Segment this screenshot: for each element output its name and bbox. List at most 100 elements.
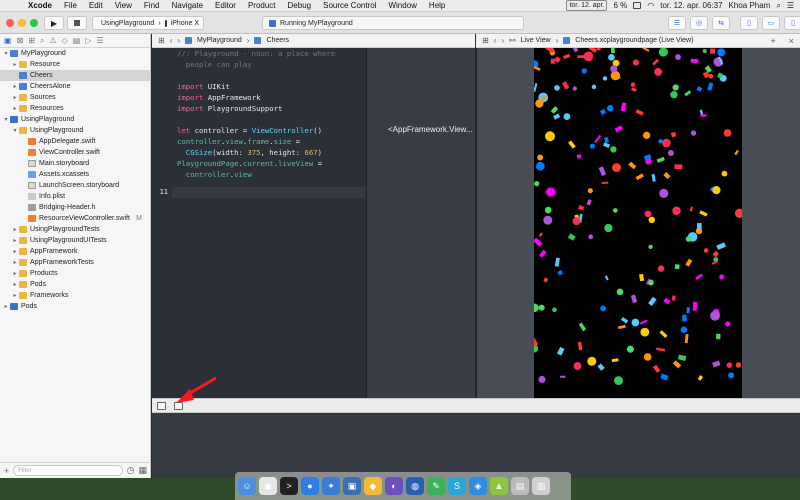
assistant-forward-arrow-icon[interactable]: › xyxy=(501,36,504,45)
battery-icon[interactable] xyxy=(633,2,642,9)
sketch-dock-icon[interactable]: ◆ xyxy=(364,477,382,495)
add-file-icon[interactable]: + xyxy=(4,466,9,476)
menu-editor[interactable]: Editor xyxy=(209,0,242,12)
user-name[interactable]: Khoa Pham xyxy=(729,1,771,10)
nav-item-main-storyboard[interactable]: Main.storyboard xyxy=(0,158,150,169)
scheme-selector[interactable]: UsingPlayground › iPhone X xyxy=(92,16,204,30)
app-store-dock-icon[interactable]: ◍ xyxy=(406,477,424,495)
disclosure-triangle-icon[interactable]: ▸ xyxy=(11,226,19,233)
assistant-editor-button[interactable]: ◎ xyxy=(690,16,708,30)
menu-edit[interactable]: Edit xyxy=(83,0,109,12)
version-editor-button[interactable]: ⇆ xyxy=(712,16,730,30)
nav-item-resources[interactable]: ▸ Resources xyxy=(0,103,150,114)
menu-view[interactable]: View xyxy=(109,0,138,12)
source-editor[interactable]: 11 //: Playground - noun: a place where … xyxy=(152,48,365,398)
assistant-related-items-icon[interactable]: ⊞ xyxy=(482,36,489,45)
menu-product[interactable]: Product xyxy=(242,0,282,12)
disclosure-triangle-icon[interactable]: ▸ xyxy=(11,105,19,112)
nav-item-appframework[interactable]: ▸ AppFramework xyxy=(0,246,150,257)
menu-window[interactable]: Window xyxy=(382,0,422,12)
zoom-window-button[interactable] xyxy=(30,19,38,27)
debug-navigator-tab-icon[interactable]: ▤ xyxy=(73,36,81,45)
menu-navigate[interactable]: Navigate xyxy=(165,0,209,12)
debug-area-toggle-button[interactable]: ▭ xyxy=(762,16,780,30)
nav-item-myplayground[interactable]: ▾ MyPlayground xyxy=(0,48,150,59)
nav-item-uitests[interactable]: ▸ UsingPlaygroundUITests xyxy=(0,235,150,246)
disclosure-triangle-icon[interactable]: ▸ xyxy=(11,259,19,266)
disclosure-triangle-icon[interactable]: ▸ xyxy=(11,248,19,255)
assistant-back-arrow-icon[interactable]: ‹ xyxy=(494,36,497,45)
wifi-icon[interactable]: ◠ xyxy=(647,1,654,10)
menu-help[interactable]: Help xyxy=(423,0,451,12)
nav-item-cheersalone[interactable]: ▸ CheersAlone xyxy=(0,81,150,92)
disclosure-triangle-icon[interactable]: ▸ xyxy=(11,61,19,68)
battery-level[interactable]: 6 % xyxy=(613,1,627,10)
xcode-dock-icon[interactable]: ✦ xyxy=(322,477,340,495)
source-control-tab-icon[interactable]: ⊠ xyxy=(17,36,24,45)
nav-item-pods-group[interactable]: ▸ Pods xyxy=(0,279,150,290)
spotlight-icon[interactable]: ⌕ xyxy=(776,1,780,11)
simulator-dock-icon[interactable]: ▣ xyxy=(343,477,361,495)
disclosure-triangle-icon[interactable]: ▸ xyxy=(11,270,19,277)
console-area[interactable] xyxy=(152,413,800,478)
disclosure-triangle-icon[interactable]: ▸ xyxy=(11,237,19,244)
disclosure-triangle-icon[interactable]: ▾ xyxy=(11,127,19,134)
nav-item-usingplayground-project[interactable]: ▾ UsingPlayground xyxy=(0,114,150,125)
chrome-dock-icon[interactable]: ◉ xyxy=(259,477,277,495)
assistant-file-name[interactable]: Cheers.xcplaygroundpage (Live View) xyxy=(575,37,693,44)
disclosure-triangle-icon[interactable]: ▸ xyxy=(11,292,19,299)
test-navigator-tab-icon[interactable]: ◇ xyxy=(62,36,68,45)
live-view[interactable] xyxy=(534,48,742,398)
related-items-icon[interactable]: ⊞ xyxy=(158,36,165,45)
issue-navigator-tab-icon[interactable]: ⚠ xyxy=(49,36,56,45)
nav-item-sources[interactable]: ▸ Sources xyxy=(0,92,150,103)
nav-item-resource[interactable]: ▸ Resource xyxy=(0,59,150,70)
menu-find[interactable]: Find xyxy=(138,0,166,12)
stop-button[interactable] xyxy=(67,16,87,30)
code-text[interactable]: //: Playground - noun: a place where peo… xyxy=(177,48,335,202)
project-navigator-tab-icon[interactable]: ▣ xyxy=(4,36,12,45)
symbol-navigator-tab-icon[interactable]: ⊞ xyxy=(28,36,35,45)
disclosure-triangle-icon[interactable]: ▸ xyxy=(2,303,10,310)
recent-files-icon[interactable]: ◷ xyxy=(127,465,135,476)
report-navigator-tab-icon[interactable]: ☰ xyxy=(97,36,104,45)
find-navigator-tab-icon[interactable]: ⌕ xyxy=(40,36,44,46)
skype-dock-icon[interactable]: S xyxy=(448,477,466,495)
menu-xcode[interactable]: Xcode xyxy=(22,0,58,12)
add-assistant-icon[interactable]: + xyxy=(770,36,775,46)
nav-item-cheers[interactable]: Cheers xyxy=(0,70,150,81)
trash-dock-icon[interactable]: ▥ xyxy=(532,477,550,495)
disclosure-triangle-icon[interactable]: ▸ xyxy=(11,94,19,101)
nav-item-frameworks[interactable]: ▸ Frameworks xyxy=(0,290,150,301)
firefox-dock-icon[interactable]: ◐ xyxy=(385,477,403,495)
nav-item-resourceviewcontroller[interactable]: ResourceViewController.swift M xyxy=(0,213,150,224)
breadcrumb-cheers[interactable]: Cheers xyxy=(266,37,289,44)
documents-dock-icon[interactable]: ▤ xyxy=(511,477,529,495)
nav-item-viewcontroller[interactable]: ViewController.swift xyxy=(0,147,150,158)
close-window-button[interactable] xyxy=(6,19,14,27)
finder-dock-icon[interactable]: ☺ xyxy=(238,477,256,495)
result-value[interactable]: <AppFramework.View... xyxy=(388,125,473,134)
nav-item-assets[interactable]: Assets.xcassets xyxy=(0,169,150,180)
menu-debug[interactable]: Debug xyxy=(282,0,318,12)
breakpoint-navigator-tab-icon[interactable]: ▷ xyxy=(85,36,91,45)
safari-dock-icon[interactable]: ◈ xyxy=(469,477,487,495)
nav-item-appdelegate[interactable]: AppDelegate.swift xyxy=(0,136,150,147)
back-arrow-icon[interactable]: ‹ xyxy=(170,36,173,45)
nav-item-products[interactable]: ▸ Products xyxy=(0,268,150,279)
utilities-toggle-button[interactable]: ▯ xyxy=(784,16,800,30)
nav-item-bridging-header[interactable]: Bridging-Header.h xyxy=(0,202,150,213)
close-assistant-icon[interactable]: × xyxy=(789,36,794,46)
breadcrumb-myplayground[interactable]: MyPlayground xyxy=(197,37,242,44)
nav-item-pods-project[interactable]: ▸ Pods xyxy=(0,301,150,312)
disclosure-triangle-icon[interactable]: ▾ xyxy=(2,116,10,123)
nav-item-tests[interactable]: ▸ UsingPlaygroundTests xyxy=(0,224,150,235)
notification-center-icon[interactable]: ☰ xyxy=(787,1,794,10)
disclosure-triangle-icon[interactable]: ▾ xyxy=(2,50,10,57)
disclosure-triangle-icon[interactable]: ▸ xyxy=(11,281,19,288)
nav-item-usingplayground-group[interactable]: ▾ UsingPlayground xyxy=(0,125,150,136)
menu-source-control[interactable]: Source Control xyxy=(317,0,382,12)
navigator-toggle-button[interactable]: ▯ xyxy=(740,16,758,30)
nav-item-appframeworktests[interactable]: ▸ AppFrameworkTests xyxy=(0,257,150,268)
hide-debug-area-button[interactable] xyxy=(157,401,166,410)
